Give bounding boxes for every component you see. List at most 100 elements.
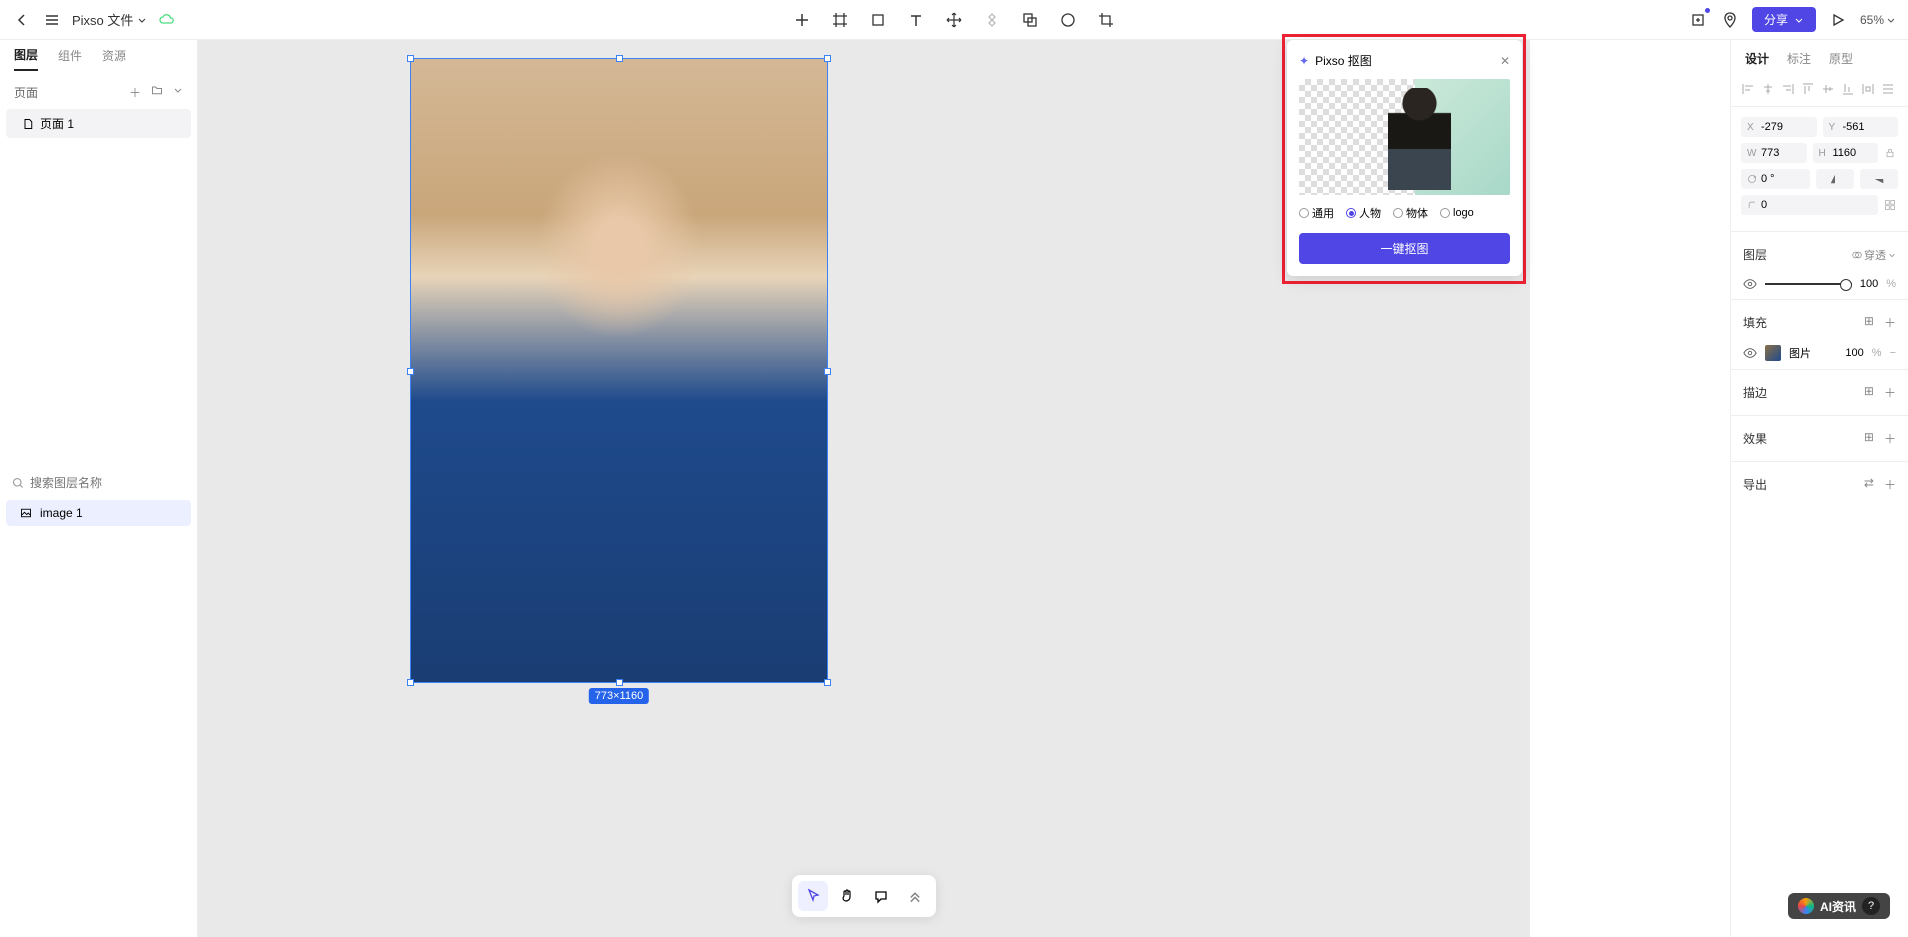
cutout-preview <box>1299 79 1510 195</box>
share-button[interactable]: 分享 <box>1752 7 1816 32</box>
search-input[interactable] <box>30 476 185 490</box>
comment-tool[interactable] <box>866 881 896 911</box>
resize-handle[interactable] <box>407 679 414 686</box>
play-icon[interactable] <box>1828 10 1848 30</box>
page-name: 页面 1 <box>40 115 74 132</box>
corner-detail-icon[interactable] <box>1884 195 1898 215</box>
fill-visibility-icon[interactable] <box>1743 346 1757 360</box>
radio-person[interactable]: 人物 <box>1346 205 1381 221</box>
tab-components[interactable]: 组件 <box>58 47 82 70</box>
tab-prototype[interactable]: 原型 <box>1829 50 1853 67</box>
doc-title-text: Pixso 文件 <box>72 10 133 29</box>
resize-handle[interactable] <box>824 679 831 686</box>
tab-annotate[interactable]: 标注 <box>1787 50 1811 67</box>
effect-style-icon[interactable]: ⊞ <box>1864 430 1874 447</box>
align-more-icon[interactable] <box>1881 82 1895 96</box>
resize-handle[interactable] <box>616 679 623 686</box>
component-tool-icon[interactable] <box>982 10 1002 30</box>
stroke-style-icon[interactable]: ⊞ <box>1864 384 1874 401</box>
add-effect-icon[interactable]: ＋ <box>1884 430 1896 447</box>
add-stroke-icon[interactable]: ＋ <box>1884 384 1896 401</box>
zoom-value: 65% <box>1860 13 1884 27</box>
blend-mode[interactable]: 穿透 <box>1852 247 1896 263</box>
export-section-label: 导出 <box>1743 476 1767 493</box>
collapse-pages-icon[interactable] <box>173 84 183 101</box>
fill-type[interactable]: 图片 <box>1789 345 1811 361</box>
lock-aspect-icon[interactable] <box>1884 143 1898 163</box>
add-page-icon[interactable]: ＋ <box>129 84 141 101</box>
page-folder-icon[interactable] <box>151 84 163 101</box>
ellipse-tool-icon[interactable] <box>1058 10 1078 30</box>
resize-handle[interactable] <box>407 368 414 375</box>
flip-v-icon[interactable] <box>1860 169 1898 189</box>
fill-style-icon[interactable]: ⊞ <box>1864 314 1874 331</box>
cloud-sync-icon <box>157 10 177 30</box>
pointer-tool[interactable] <box>798 881 828 911</box>
align-right-icon[interactable] <box>1781 82 1795 96</box>
watermark-badge: ? <box>1862 897 1880 915</box>
w-field[interactable]: W773 <box>1741 143 1807 163</box>
move-tool-icon[interactable] <box>944 10 964 30</box>
tab-layers[interactable]: 图层 <box>14 46 38 71</box>
align-hcenter-icon[interactable] <box>1761 82 1775 96</box>
layer-section-label: 图层 <box>1743 246 1767 263</box>
menu-icon[interactable] <box>42 10 62 30</box>
more-tools[interactable] <box>900 881 930 911</box>
x-field[interactable]: X-279 <box>1741 117 1817 137</box>
resize-handle[interactable] <box>824 368 831 375</box>
left-panel: 图层 组件 资源 页面 ＋ 页面 1 image 1 <box>0 40 198 937</box>
search-icon <box>12 477 24 489</box>
fill-opacity[interactable]: 100 <box>1845 347 1863 359</box>
watermark-icon <box>1798 898 1814 914</box>
watermark: AI资讯 ? <box>1788 893 1890 919</box>
resize-handle[interactable] <box>407 55 414 62</box>
resize-handle[interactable] <box>824 55 831 62</box>
layer-item[interactable]: image 1 <box>6 500 191 526</box>
align-left-icon[interactable] <box>1741 82 1755 96</box>
page-icon <box>22 118 34 130</box>
h-field[interactable]: H1160 <box>1813 143 1879 163</box>
export-icon[interactable] <box>1688 10 1708 30</box>
selection-box[interactable]: 773×1160 <box>410 58 828 683</box>
rotation-field[interactable]: 0 ° <box>1741 169 1810 189</box>
location-icon[interactable] <box>1720 10 1740 30</box>
opacity-slider[interactable] <box>1765 283 1852 285</box>
zoom-control[interactable]: 65% <box>1860 13 1896 27</box>
text-tool-icon[interactable] <box>906 10 926 30</box>
shape-tool-icon[interactable] <box>868 10 888 30</box>
fill-swatch[interactable] <box>1765 345 1781 361</box>
remove-fill-icon[interactable]: − <box>1890 347 1896 359</box>
tab-assets[interactable]: 资源 <box>102 47 126 70</box>
tab-design[interactable]: 设计 <box>1745 50 1769 67</box>
radio-logo[interactable]: logo <box>1440 205 1474 221</box>
corner-field[interactable]: 0 <box>1741 195 1878 215</box>
cutout-button[interactable]: 一键抠图 <box>1299 233 1510 264</box>
distribute-icon[interactable] <box>1861 82 1875 96</box>
back-icon[interactable] <box>12 10 32 30</box>
hand-tool[interactable] <box>832 881 862 911</box>
radio-general[interactable]: 通用 <box>1299 205 1334 221</box>
close-icon[interactable]: ✕ <box>1500 54 1510 68</box>
wand-icon: ✦ <box>1299 54 1309 68</box>
opacity-value[interactable]: 100 <box>1860 278 1878 290</box>
frame-tool-icon[interactable] <box>830 10 850 30</box>
right-panel: 设计 标注 原型 X-279 Y-561 W773 H1160 0 ° 0 <box>1730 40 1908 937</box>
align-bottom-icon[interactable] <box>1841 82 1855 96</box>
add-fill-icon[interactable]: ＋ <box>1884 314 1896 331</box>
crop-tool-icon[interactable] <box>1096 10 1116 30</box>
flip-h-icon[interactable] <box>1816 169 1854 189</box>
watermark-text: AI资讯 <box>1820 898 1856 915</box>
page-item[interactable]: 页面 1 <box>6 109 191 138</box>
radio-object[interactable]: 物体 <box>1393 205 1428 221</box>
add-export-icon[interactable]: ＋ <box>1884 476 1896 493</box>
add-tool-icon[interactable] <box>792 10 812 30</box>
export-settings-icon[interactable]: ⇄ <box>1864 476 1874 493</box>
dimension-badge: 773×1160 <box>589 688 649 704</box>
align-vcenter-icon[interactable] <box>1821 82 1835 96</box>
resize-handle[interactable] <box>616 55 623 62</box>
align-top-icon[interactable] <box>1801 82 1815 96</box>
y-field[interactable]: Y-561 <box>1823 117 1899 137</box>
boolean-tool-icon[interactable] <box>1020 10 1040 30</box>
doc-title[interactable]: Pixso 文件 <box>72 10 147 29</box>
visibility-icon[interactable] <box>1743 277 1757 291</box>
